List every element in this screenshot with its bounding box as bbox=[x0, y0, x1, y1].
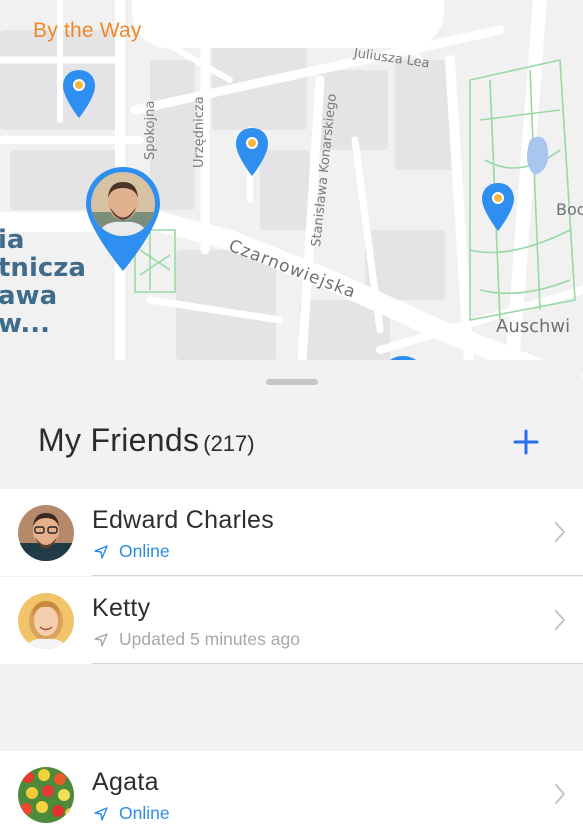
friend-name: Edward Charles bbox=[92, 506, 275, 534]
friend-name: Ketty bbox=[92, 594, 151, 622]
navigation-arrow-icon bbox=[94, 632, 108, 647]
friend-name: Agata bbox=[92, 768, 159, 796]
district-line-3: awa bbox=[0, 281, 58, 311]
avatar bbox=[18, 505, 74, 561]
friend-status: Online bbox=[92, 541, 170, 562]
location-pin-icon[interactable] bbox=[234, 126, 270, 178]
friends-count: (217) bbox=[203, 431, 255, 456]
chevron-right-icon bbox=[555, 610, 565, 630]
location-pin-icon[interactable] bbox=[61, 68, 97, 120]
district-line-1: ia bbox=[0, 225, 25, 255]
street-label-urzednicza: Urzędnicza bbox=[192, 96, 207, 168]
friends-title: My Friends bbox=[38, 422, 200, 458]
friend-row-agata[interactable]: Agata Online bbox=[0, 751, 583, 837]
friend-row-ketty[interactable]: Ketty Updated 5 minutes ago bbox=[0, 577, 583, 664]
row-divider bbox=[92, 663, 583, 664]
friend-status: Updated 5 minutes ago bbox=[92, 629, 300, 650]
avatar bbox=[18, 593, 74, 649]
avatar bbox=[18, 767, 74, 823]
street-label-bod: Bod bbox=[556, 200, 583, 219]
street-label-auschwi: Auschwi bbox=[496, 316, 571, 337]
friend-status: Online bbox=[92, 803, 170, 824]
district-label: ia tnicza awa w... bbox=[0, 226, 86, 338]
row-divider bbox=[92, 575, 583, 576]
friend-status-text: Updated 5 minutes ago bbox=[119, 629, 300, 649]
district-line-4: w... bbox=[0, 309, 50, 339]
location-pin-icon[interactable] bbox=[480, 181, 516, 233]
friend-row-edward-charles[interactable]: Edward Charles Online bbox=[0, 489, 583, 576]
plus-icon[interactable] bbox=[510, 426, 542, 458]
street-label-spokojna: Spokojna bbox=[143, 100, 158, 160]
friends-header: My Friends (217) bbox=[38, 422, 255, 459]
friend-status-text: Online bbox=[119, 803, 170, 823]
chevron-right-icon bbox=[555, 522, 565, 542]
app-brand: By the Way bbox=[33, 19, 142, 42]
sheet-grabber-handle[interactable] bbox=[266, 379, 318, 385]
friend-avatar-pin[interactable] bbox=[84, 165, 162, 273]
district-line-2: tnicza bbox=[0, 253, 86, 283]
chevron-right-icon bbox=[555, 784, 565, 804]
friend-status-text: Online bbox=[119, 541, 170, 561]
app-screen: Juliusza Lea Spokojna Urzędnicza Stanisł… bbox=[0, 0, 583, 837]
map-view[interactable]: Juliusza Lea Spokojna Urzędnicza Stanisł… bbox=[0, 0, 583, 392]
friends-sheet: My Friends (217) Edward Charles Online K… bbox=[0, 360, 583, 837]
navigation-arrow-icon bbox=[94, 544, 108, 559]
navigation-arrow-icon bbox=[94, 806, 108, 821]
top-notch bbox=[132, 0, 444, 48]
avatar-photo bbox=[91, 172, 155, 236]
